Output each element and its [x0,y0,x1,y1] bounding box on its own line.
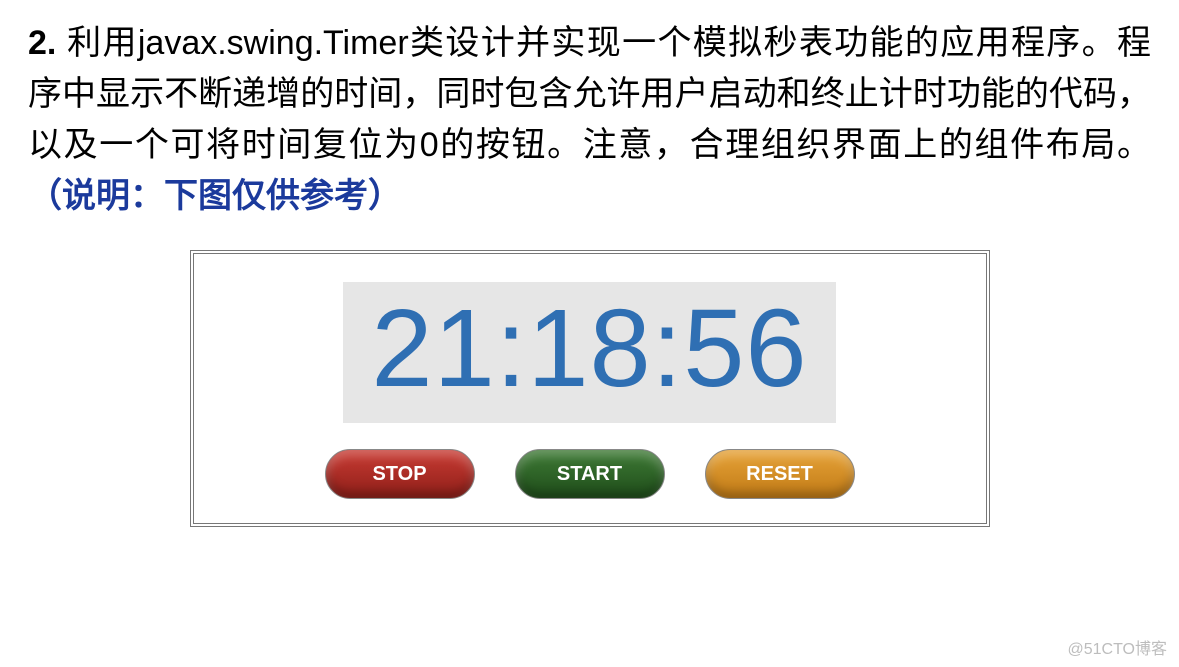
question-text: 2. 利用javax.swing.Timer类设计并实现一个模拟秒表功能的应用程… [0,0,1179,222]
reset-button[interactable]: RESET [705,449,855,499]
reset-button-label: RESET [746,463,813,486]
stop-button[interactable]: STOP [325,449,475,499]
watermark: @51CTO博客 [1067,635,1167,659]
time-display: 21:18:56 [343,282,835,423]
stop-button-label: STOP [372,463,426,486]
question-number: 2. [28,24,56,62]
stopwatch-panel: 21:18:56 STOP START RESET [190,250,990,527]
button-row: STOP START RESET [325,449,855,499]
question-note: （说明：下图仅供参考） [28,177,402,215]
start-button[interactable]: START [515,449,665,499]
question-body: 利用javax.swing.Timer类设计并实现一个模拟秒表功能的应用程序。程… [28,24,1151,164]
start-button-label: START [557,463,622,486]
